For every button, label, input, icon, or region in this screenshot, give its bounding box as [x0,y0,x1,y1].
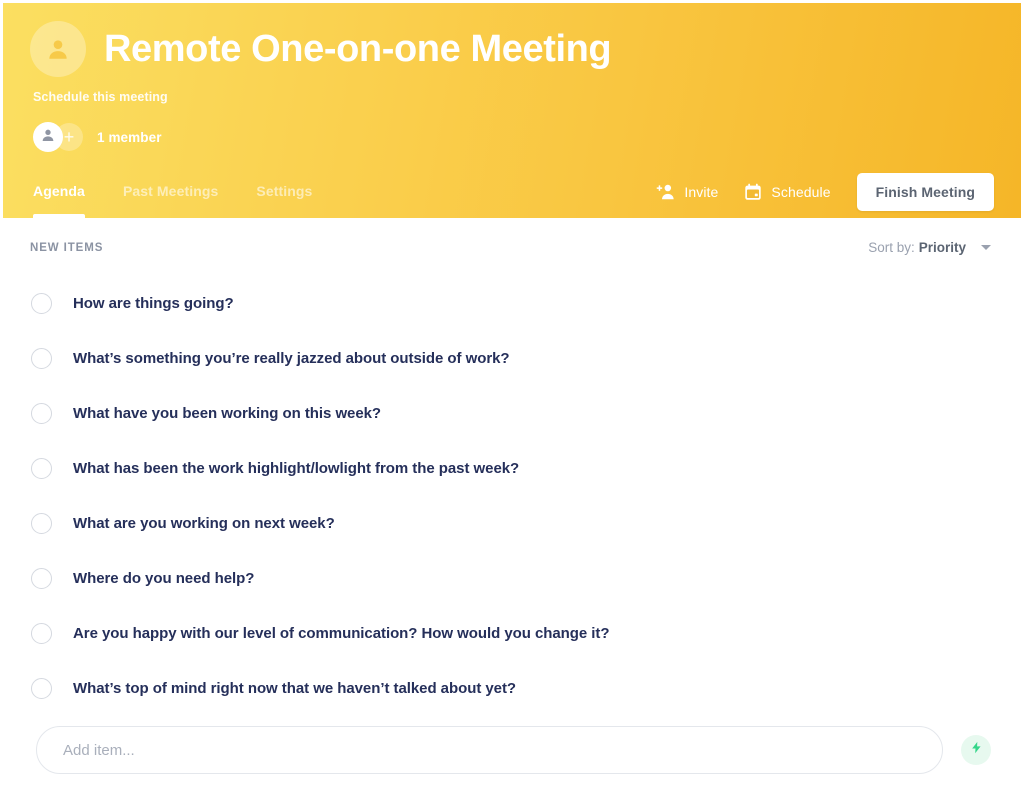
list-item-label: What are you working on next week? [73,515,335,532]
schedule-button[interactable]: Schedule [744,183,830,201]
schedule-meeting-link[interactable]: Schedule this meeting [33,90,168,104]
invite-button[interactable]: Invite [656,183,718,200]
add-item-input[interactable] [36,726,943,774]
lightning-bolt-icon [970,741,983,759]
invite-label: Invite [684,183,719,200]
page-header: Remote One-on-one Meeting Schedule this … [3,3,1021,218]
list-item-label: How are things going? [73,295,234,312]
item-checkbox[interactable] [31,293,52,314]
section-label-new-items: NEW ITEMS [30,241,104,254]
list-header: NEW ITEMS Sort by: Priority [30,240,991,255]
tab-past-meetings-label: Past Meetings [122,182,219,199]
list-item-label: What has been the work highlight/lowligh… [73,460,520,477]
sort-by-value: Priority [918,240,966,255]
list-item[interactable]: What are you working on next week? [30,496,991,551]
header-actions: Invite Schedule Finish Meeting [656,172,994,211]
tab-agenda-label: Agenda [33,182,85,199]
add-person-icon [656,183,675,200]
list-item[interactable]: Are you happy with our level of communic… [30,606,991,661]
meeting-agenda-page: Remote One-on-one Meeting Schedule this … [0,0,1024,811]
list-item-label: Where do you need help? [73,570,255,587]
list-item[interactable]: What’s something you’re really jazzed ab… [30,331,991,386]
tab-agenda[interactable]: Agenda [33,165,85,218]
tab-past-meetings[interactable]: Past Meetings [123,165,218,218]
list-item[interactable]: How are things going? [30,276,991,331]
list-item-label: What have you been working on this week? [73,405,382,422]
list-item[interactable]: Where do you need help? [30,551,991,606]
item-checkbox[interactable] [31,403,52,424]
person-icon [45,36,71,62]
tab-settings-label: Settings [256,182,313,199]
plus-icon: + [63,126,75,147]
list-item-label: Are you happy with our level of communic… [73,625,610,642]
sort-by-label: Sort by: [868,240,915,255]
finish-meeting-button[interactable]: Finish Meeting [856,172,994,211]
item-checkbox[interactable] [31,513,52,534]
item-checkbox[interactable] [31,348,52,369]
add-item-row [36,726,991,774]
list-item[interactable]: What’s top of mind right now that we hav… [30,661,991,716]
chevron-down-icon [981,245,991,250]
title-row: Remote One-on-one Meeting [30,21,612,77]
meeting-avatar [30,21,86,77]
list-item[interactable]: What have you been working on this week? [30,386,991,441]
avatar[interactable] [33,122,63,152]
item-checkbox[interactable] [31,458,52,479]
list-item[interactable]: What has been the work highlight/lowligh… [30,441,991,496]
item-checkbox[interactable] [31,623,52,644]
quick-add-button[interactable] [961,735,991,765]
person-icon [40,127,56,148]
item-checkbox[interactable] [31,678,52,699]
nav-bar: Agenda Past Meetings Settings Invite Sch… [3,165,1021,218]
schedule-label: Schedule [771,183,831,200]
list-item-label: What’s top of mind right now that we hav… [73,680,517,697]
calendar-icon [744,183,762,201]
tab-list: Agenda Past Meetings Settings [33,165,350,218]
agenda-item-list: How are things going? What’s something y… [30,276,991,716]
list-item-label: What’s something you’re really jazzed ab… [73,350,510,367]
sort-by-dropdown[interactable]: Sort by: Priority [868,240,991,255]
item-checkbox[interactable] [31,568,52,589]
members-row: + 1 member [33,122,162,152]
agenda-content: NEW ITEMS Sort by: Priority How are thin… [3,218,1021,808]
tab-settings[interactable]: Settings [256,165,312,218]
page-title: Remote One-on-one Meeting [104,28,612,70]
member-count: 1 member [97,129,162,145]
